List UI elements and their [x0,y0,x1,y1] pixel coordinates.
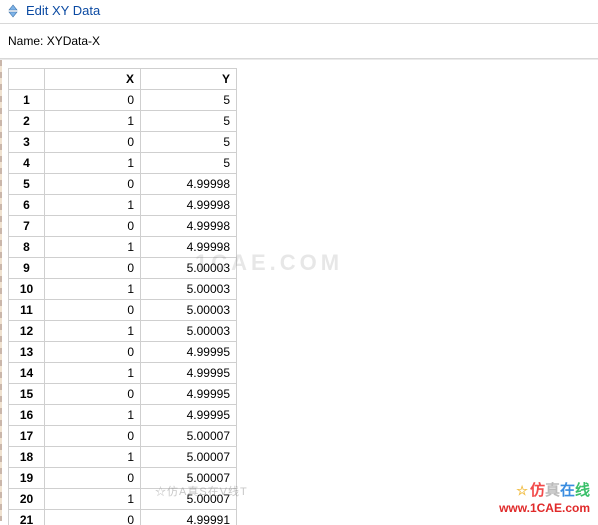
cell-x[interactable]: 1 [45,447,141,468]
table-row[interactable]: 1705.00007 [9,426,237,447]
table-row[interactable]: 2104.99991 [9,510,237,525]
cell-y[interactable]: 4.99995 [141,384,237,405]
xy-data-table[interactable]: X Y 105215305415504.99998614.99998704.99… [8,68,237,525]
cell-x[interactable]: 0 [45,174,141,195]
cell-x[interactable]: 0 [45,468,141,489]
row-number[interactable]: 19 [9,468,45,489]
table-row[interactable]: 1504.99995 [9,384,237,405]
cell-x[interactable]: 0 [45,342,141,363]
table-row[interactable]: 704.99998 [9,216,237,237]
cell-y[interactable]: 5.00003 [141,258,237,279]
name-bar: Name: XYData-X [0,24,598,59]
cell-x[interactable]: 1 [45,279,141,300]
table-row[interactable]: 1815.00007 [9,447,237,468]
cell-x[interactable]: 0 [45,216,141,237]
table-row[interactable]: 105 [9,90,237,111]
cell-y[interactable]: 5.00007 [141,489,237,510]
cell-x[interactable]: 0 [45,258,141,279]
table-row[interactable]: 1105.00003 [9,300,237,321]
cell-y[interactable]: 5 [141,90,237,111]
cell-x[interactable]: 0 [45,132,141,153]
cell-y[interactable]: 5.00003 [141,279,237,300]
row-number[interactable]: 1 [9,90,45,111]
arrows-icon [6,4,20,18]
table-row[interactable]: 1414.99995 [9,363,237,384]
table-row[interactable]: 504.99998 [9,174,237,195]
cell-x[interactable]: 0 [45,426,141,447]
row-number[interactable]: 10 [9,279,45,300]
header-x[interactable]: X [45,69,141,90]
cell-x[interactable]: 1 [45,489,141,510]
cell-x[interactable]: 1 [45,321,141,342]
table-row[interactable]: 1215.00003 [9,321,237,342]
xy-data-table-wrap: X Y 105215305415504.99998614.99998704.99… [0,60,598,525]
cell-y[interactable]: 5.00007 [141,426,237,447]
cell-y[interactable]: 4.99998 [141,195,237,216]
row-number[interactable]: 16 [9,405,45,426]
table-row[interactable]: 215 [9,111,237,132]
table-row[interactable]: 1905.00007 [9,468,237,489]
cell-x[interactable]: 0 [45,300,141,321]
cell-y[interactable]: 4.99991 [141,510,237,525]
row-number[interactable]: 7 [9,216,45,237]
table-row[interactable]: 1304.99995 [9,342,237,363]
window-title: Edit XY Data [26,3,100,18]
row-number[interactable]: 2 [9,111,45,132]
cell-y[interactable]: 4.99998 [141,216,237,237]
row-number[interactable]: 5 [9,174,45,195]
cell-y[interactable]: 5.00007 [141,468,237,489]
row-number[interactable]: 8 [9,237,45,258]
table-row[interactable]: 1015.00003 [9,279,237,300]
row-number[interactable]: 13 [9,342,45,363]
cell-y[interactable]: 5.00003 [141,321,237,342]
row-number[interactable]: 21 [9,510,45,525]
row-number[interactable]: 20 [9,489,45,510]
table-row[interactable]: 814.99998 [9,237,237,258]
header-y[interactable]: Y [141,69,237,90]
name-label: Name: [8,34,43,48]
row-number[interactable]: 15 [9,384,45,405]
table-row[interactable]: 1614.99995 [9,405,237,426]
cell-y[interactable]: 4.99998 [141,174,237,195]
row-number[interactable]: 6 [9,195,45,216]
cell-y[interactable]: 5.00007 [141,447,237,468]
row-number[interactable]: 11 [9,300,45,321]
cell-x[interactable]: 0 [45,384,141,405]
cell-x[interactable]: 1 [45,405,141,426]
cell-x[interactable]: 0 [45,510,141,525]
table-row[interactable]: 415 [9,153,237,174]
cell-y[interactable]: 4.99995 [141,363,237,384]
cell-y[interactable]: 4.99995 [141,405,237,426]
table-row[interactable]: 905.00003 [9,258,237,279]
name-value[interactable]: XYData-X [47,34,100,48]
cell-y[interactable]: 5.00003 [141,300,237,321]
row-number[interactable]: 9 [9,258,45,279]
row-number[interactable]: 18 [9,447,45,468]
cell-y[interactable]: 5 [141,111,237,132]
table-row[interactable]: 2015.00007 [9,489,237,510]
table-row[interactable]: 614.99998 [9,195,237,216]
row-number[interactable]: 12 [9,321,45,342]
cell-x[interactable]: 1 [45,195,141,216]
row-number[interactable]: 4 [9,153,45,174]
cell-x[interactable]: 0 [45,90,141,111]
row-number[interactable]: 14 [9,363,45,384]
cell-x[interactable]: 1 [45,153,141,174]
table-header-row: X Y [9,69,237,90]
cell-y[interactable]: 4.99995 [141,342,237,363]
cell-x[interactable]: 1 [45,237,141,258]
cell-y[interactable]: 5 [141,132,237,153]
titlebar: Edit XY Data [0,0,598,23]
window-edge-decoration [0,60,2,521]
cell-y[interactable]: 4.99998 [141,237,237,258]
header-rownum [9,69,45,90]
row-number[interactable]: 17 [9,426,45,447]
cell-x[interactable]: 1 [45,363,141,384]
cell-x[interactable]: 1 [45,111,141,132]
table-row[interactable]: 305 [9,132,237,153]
cell-y[interactable]: 5 [141,153,237,174]
row-number[interactable]: 3 [9,132,45,153]
